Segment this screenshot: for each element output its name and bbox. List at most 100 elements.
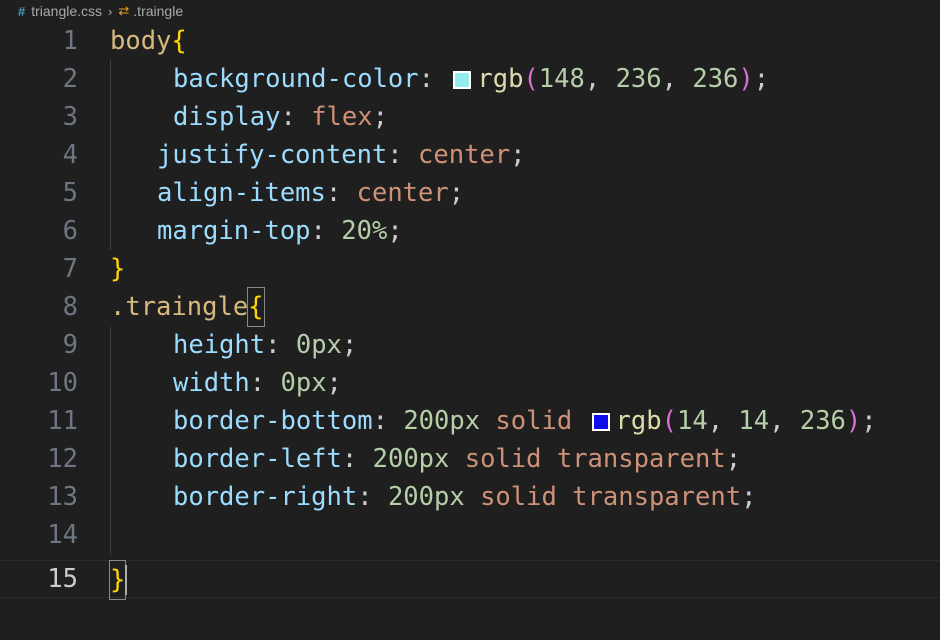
- code-line[interactable]: 2 background-color: rgb(148, 236, 236);: [0, 60, 940, 98]
- selector: .traingle: [110, 292, 249, 322]
- value: solid transparent: [464, 482, 742, 512]
- line-number: 3: [62, 102, 78, 132]
- code-text: align-items: center;: [157, 174, 464, 212]
- semicolon: ;: [448, 178, 465, 208]
- open-brace: {: [171, 26, 187, 56]
- line-number: 15: [47, 564, 78, 594]
- code-line[interactable]: 14: [0, 516, 940, 554]
- comma: ,: [661, 64, 693, 94]
- code-line[interactable]: 12 border-left: 200px solid transparent;: [0, 440, 940, 478]
- colon: :: [280, 102, 312, 132]
- property: border-right: [173, 482, 358, 512]
- code-text: height: 0px;: [173, 326, 357, 364]
- number: 236: [615, 64, 662, 94]
- breadcrumb-symbol[interactable]: .traingle: [133, 3, 183, 19]
- breadcrumb: # triangle.css › ⇄ .traingle: [0, 0, 940, 22]
- colon: :: [341, 444, 373, 474]
- line-number: 5: [62, 178, 78, 208]
- paren: ): [738, 64, 754, 94]
- function: rgb: [615, 406, 662, 436]
- semicolon: ;: [510, 140, 526, 170]
- code-text: }: [108, 560, 128, 600]
- line-number: 7: [62, 254, 78, 284]
- function: rgb: [477, 64, 524, 94]
- line-number: 8: [62, 292, 78, 322]
- number: 20%: [341, 216, 388, 246]
- line-number: 13: [47, 482, 78, 512]
- property: background-color: [173, 64, 419, 94]
- code-line-current[interactable]: 15 }: [0, 560, 940, 600]
- number: 200px: [387, 482, 465, 512]
- code-line[interactable]: 6 margin-top: 20%;: [0, 212, 940, 250]
- paren: ): [845, 406, 862, 436]
- property: display: [173, 102, 281, 132]
- code-text: margin-top: 20%;: [157, 212, 403, 250]
- close-brace: }: [110, 254, 126, 284]
- line-number: 9: [62, 330, 78, 360]
- code-line[interactable]: 3 display: flex;: [0, 98, 940, 136]
- code-line[interactable]: 7 }: [0, 250, 940, 288]
- semicolon: ;: [861, 406, 877, 436]
- value: center: [418, 140, 511, 170]
- code-text: }: [110, 250, 125, 288]
- number: 236: [692, 64, 739, 94]
- code-line[interactable]: 10 width: 0px;: [0, 364, 940, 402]
- code-line[interactable]: 11 border-bottom: 200px solid rgb(14, 14…: [0, 402, 940, 440]
- breadcrumb-file[interactable]: triangle.css: [31, 3, 102, 19]
- property: align-items: [157, 178, 326, 208]
- colon: :: [418, 64, 450, 94]
- number: 236: [799, 406, 846, 436]
- code-line[interactable]: 1 body{: [0, 22, 940, 60]
- code-line[interactable]: 13 border-right: 200px solid transparent…: [0, 478, 940, 516]
- color-swatch[interactable]: [591, 413, 610, 431]
- line-number: 14: [47, 520, 78, 550]
- paren: (: [661, 406, 677, 436]
- code-text: border-left: 200px solid transparent;: [173, 440, 741, 478]
- semicolon: ;: [387, 216, 403, 246]
- property: margin-top: [157, 216, 311, 246]
- line-number: 4: [62, 140, 78, 170]
- code-editor[interactable]: 1 body{ 2 background-color: rgb(148, 236…: [0, 22, 940, 640]
- text-cursor: [125, 565, 128, 595]
- chevron-right-icon: ›: [108, 3, 113, 19]
- close-brace: }: [108, 560, 127, 600]
- value: solid: [480, 406, 588, 436]
- code-line[interactable]: 4 justify-content: center;: [0, 136, 940, 174]
- semicolon: ;: [725, 444, 742, 474]
- number: 0px: [295, 330, 342, 360]
- hash-icon: #: [18, 3, 26, 19]
- semicolon: ;: [326, 368, 342, 398]
- code-line[interactable]: 8 .traingle{: [0, 287, 940, 327]
- property: width: [173, 368, 250, 398]
- line-number: 11: [47, 406, 78, 436]
- colon: :: [387, 140, 419, 170]
- open-brace: {: [247, 287, 265, 327]
- css-selector-icon: ⇄: [118, 3, 130, 18]
- code-line[interactable]: 9 height: 0px;: [0, 326, 940, 364]
- number: 200px: [403, 406, 481, 436]
- code-text: display: flex;: [173, 98, 388, 136]
- colon: :: [265, 330, 296, 360]
- code-text: body{: [110, 22, 187, 60]
- code-text: justify-content: center;: [157, 136, 526, 174]
- comma: ,: [584, 64, 616, 94]
- selector: body: [110, 26, 172, 56]
- code-text: width: 0px;: [173, 364, 342, 402]
- line-number: 10: [47, 368, 78, 398]
- code-text: border-right: 200px solid transparent;: [173, 478, 756, 516]
- comma: ,: [707, 406, 739, 436]
- code-line[interactable]: 5 align-items: center;: [0, 174, 940, 212]
- line-number: 6: [62, 216, 78, 246]
- colon: :: [372, 406, 404, 436]
- colon: :: [357, 482, 388, 512]
- line-number: 12: [47, 444, 78, 474]
- colon: :: [249, 368, 281, 398]
- value: flex: [311, 102, 373, 132]
- code-text: .traingle{: [110, 287, 265, 327]
- property: height: [173, 330, 266, 360]
- color-swatch[interactable]: [453, 71, 472, 89]
- code-text: background-color: rgb(148, 236, 236);: [173, 60, 769, 98]
- number: 148: [538, 64, 585, 94]
- line-number: 1: [62, 26, 78, 56]
- property: justify-content: [157, 140, 388, 170]
